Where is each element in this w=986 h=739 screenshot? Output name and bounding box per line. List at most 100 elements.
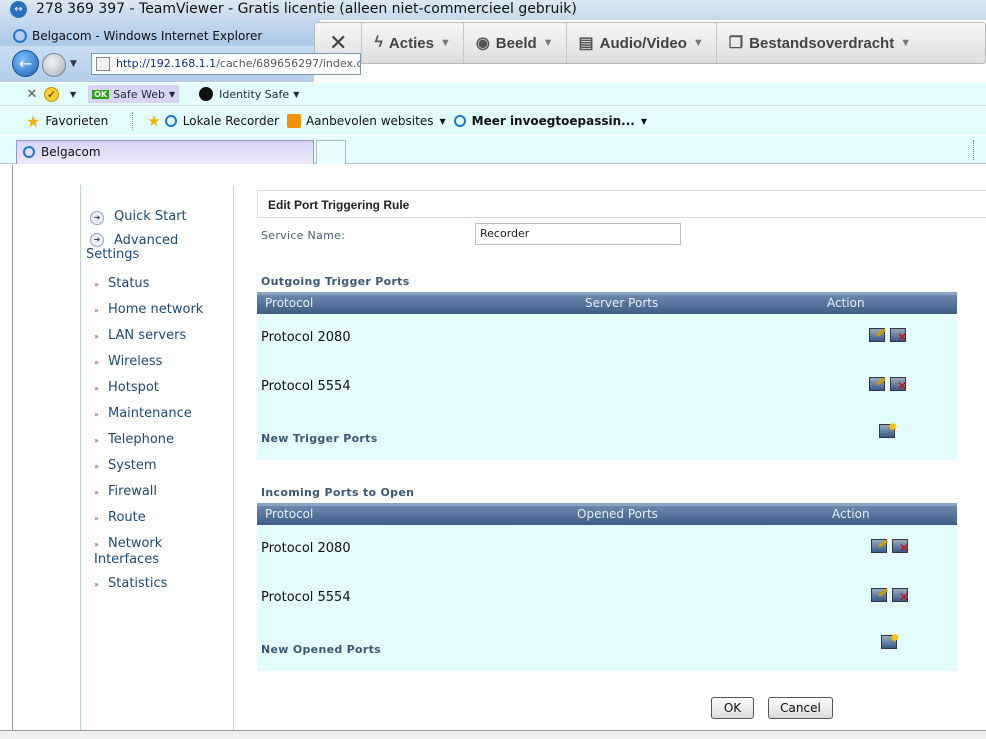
nav-label-line2: Settings [86, 247, 140, 262]
identity-safe-button[interactable]: Identity Safe ▼ [199, 87, 299, 101]
sidebar-divider [80, 185, 81, 730]
teamviewer-window-title: 278 369 397 - TeamViewer - Gratis licent… [36, 1, 577, 17]
favorite-link-recommended[interactable]: Aanbevolen websites ▼ [286, 114, 446, 128]
favorites-separator [132, 112, 134, 130]
address-bar[interactable]: http://192.168.1.1/cache/689656297/index… [91, 53, 361, 75]
service-name-input[interactable]: Recorder [475, 223, 681, 245]
nav-label: Status [108, 276, 150, 291]
nav-label: Route [108, 510, 146, 525]
nav-statistics[interactable]: Statistics [86, 576, 232, 602]
nav-quick-start[interactable]: ➜ Quick Start [86, 210, 232, 225]
add-favorite-icon[interactable]: ★ [147, 112, 160, 130]
new-tab-button[interactable] [316, 140, 346, 164]
nav-home-network[interactable]: Home network [86, 302, 232, 328]
view-label: Beeld [495, 34, 537, 52]
forward-button[interactable] [42, 53, 66, 77]
actions-menu-button[interactable]: ϟ Acties ▼ [362, 23, 464, 63]
favorite-link-label: Meer invoegtoepassin... [471, 114, 635, 128]
ok-button[interactable]: OK [711, 697, 754, 719]
caret-down-icon: ▼ [439, 116, 446, 126]
eye-icon: ◉ [475, 35, 490, 52]
tab-label: Belgacom [41, 145, 101, 159]
status-bar [0, 730, 986, 739]
nav-advanced-settings[interactable]: ➜ Advanced Settings [86, 233, 232, 262]
table-header: Protocol Server Ports Action [257, 292, 957, 314]
nav-lan-servers[interactable]: LAN servers [86, 328, 232, 354]
delete-icon[interactable] [892, 588, 909, 603]
nav-status[interactable]: Status [86, 276, 232, 302]
identity-safe-label: Identity Safe [219, 87, 290, 101]
teamviewer-title-bar: ↔ 278 369 397 - TeamViewer - Gratis lice… [0, 0, 986, 20]
norton-check-icon[interactable]: ✓ [44, 86, 70, 102]
ie-page-icon [164, 115, 177, 127]
nav-label: Home network [108, 302, 204, 317]
delete-icon[interactable] [890, 328, 907, 343]
caret-down-icon: ▼ [439, 37, 451, 49]
nav-label: Telephone [108, 432, 175, 447]
edit-icon[interactable] [871, 539, 887, 553]
cancel-button[interactable]: Cancel [768, 697, 833, 719]
favorite-link-label: Lokale Recorder [182, 114, 279, 128]
edit-icon[interactable] [871, 588, 887, 602]
back-button[interactable]: ← [12, 50, 39, 77]
view-menu-button[interactable]: ◉ Beeld ▼ [464, 23, 567, 63]
caret-down-icon[interactable]: ▼ [70, 90, 76, 99]
favorites-label: Favorieten [45, 114, 109, 128]
page-icon [96, 57, 110, 71]
url-path: /cache/689656297/index.cgi [216, 57, 361, 70]
nav-firewall[interactable]: Firewall [86, 484, 232, 510]
incoming-table: Protocol Opened Ports Action Protocol 20… [257, 503, 957, 671]
caret-down-icon: ▼ [692, 37, 704, 49]
sidebar-divider [233, 185, 234, 730]
file-transfer-label: Bestandsoverdracht [749, 34, 895, 52]
nav-hotspot[interactable]: Hotspot [86, 380, 232, 406]
nav-route[interactable]: Route [86, 510, 232, 536]
audio-video-menu-button[interactable]: ▤ Audio/Video ▼ [567, 23, 717, 63]
table-row: New Trigger Ports [257, 412, 957, 461]
nav-label: Wireless [108, 354, 163, 369]
delete-icon[interactable] [892, 539, 909, 554]
file-transfer-menu-button[interactable]: ❐ Bestandsoverdracht ▼ [717, 23, 923, 63]
actions-label: Acties [388, 34, 434, 52]
edit-icon[interactable] [869, 328, 885, 342]
protocol-name: Protocol 5554 [261, 379, 351, 394]
document-icon: ❐ [728, 35, 744, 52]
add-icon[interactable] [881, 632, 900, 649]
col-protocol: Protocol [265, 507, 314, 521]
favorite-link-addons[interactable]: Meer invoegtoepassin... ▼ [453, 114, 647, 128]
new-opened-ports-label[interactable]: New Opened Ports [261, 643, 381, 656]
delete-icon[interactable] [890, 377, 907, 392]
table-row: Protocol 2080 [257, 314, 957, 363]
nav-wireless[interactable]: Wireless [86, 354, 232, 380]
nav-maintenance[interactable]: Maintenance [86, 406, 232, 432]
table-row: New Opened Ports [257, 623, 957, 672]
arrow-circle-icon: ➜ [90, 233, 104, 247]
caret-down-icon: ▼ [542, 37, 554, 49]
url-host: http://192.168.1.1 [116, 57, 217, 70]
nav-system[interactable]: System [86, 458, 232, 484]
new-trigger-ports-label[interactable]: New Trigger Ports [261, 432, 378, 445]
close-toolbar-icon[interactable]: ✕ [20, 87, 44, 102]
table-row: Protocol 5554 [257, 363, 957, 412]
caret-down-icon: ▼ [293, 89, 300, 99]
caret-down-icon: ▼ [900, 37, 912, 49]
protocol-name: Protocol 2080 [261, 541, 351, 556]
tab-belgacom[interactable]: Belgacom [16, 140, 314, 164]
incoming-section-title: Incoming Ports to Open [261, 486, 415, 499]
nav-label-line1: Advanced [114, 233, 179, 248]
favorite-link-recorder[interactable]: Lokale Recorder [164, 114, 279, 128]
edit-icon[interactable] [869, 377, 885, 391]
nav-label: LAN servers [108, 328, 187, 343]
nav-telephone[interactable]: Telephone [86, 432, 232, 458]
history-dropdown-icon[interactable]: ▼ [70, 59, 77, 69]
safe-web-button[interactable]: OK Safe Web ▼ [88, 85, 180, 103]
nav-label-line2: Interfaces [94, 552, 159, 567]
lightning-icon: ϟ [374, 34, 383, 51]
col-action: Action [827, 296, 865, 310]
nav-network-interfaces[interactable]: Network Interfaces [86, 536, 232, 576]
outgoing-section-title: Outgoing Trigger Ports [261, 275, 410, 288]
identity-safe-icon [199, 87, 214, 101]
add-icon[interactable] [879, 421, 898, 438]
service-name-label: Service Name: [261, 229, 346, 242]
favorites-button[interactable]: ★ Favorieten [0, 112, 108, 131]
